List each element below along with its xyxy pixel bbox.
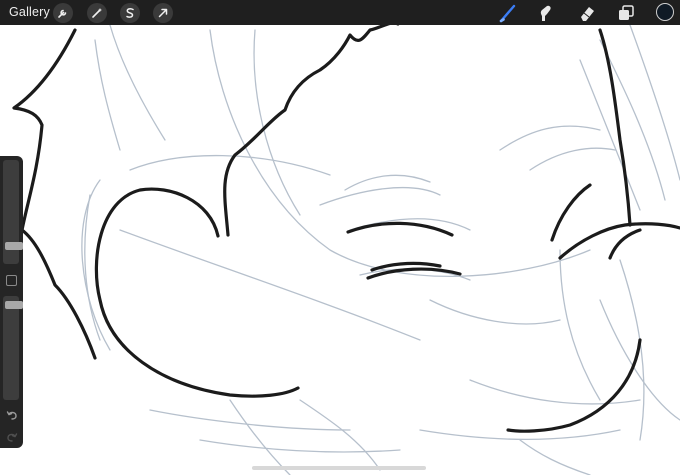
selection-s-icon[interactable] <box>120 3 140 23</box>
transform-arrow-icon[interactable] <box>153 3 173 23</box>
undo-icon[interactable] <box>5 408 18 421</box>
wrench-icon[interactable] <box>53 3 73 23</box>
color-picker-swatch[interactable] <box>656 3 674 21</box>
magic-wand-icon[interactable] <box>87 3 107 23</box>
smudge-icon[interactable] <box>535 2 557 24</box>
eraser-icon[interactable] <box>576 2 598 24</box>
redo-icon[interactable] <box>5 430 18 443</box>
ink-layer <box>12 21 680 433</box>
layers-icon[interactable] <box>615 2 637 24</box>
opacity-slider-thumb[interactable] <box>5 300 23 309</box>
gallery-button[interactable]: Gallery <box>9 5 50 19</box>
drawing-canvas[interactable] <box>0 0 680 475</box>
brush-size-slider[interactable] <box>3 160 23 264</box>
top-toolbar: Gallery <box>0 0 680 25</box>
brush-size-slider-thumb[interactable] <box>5 241 23 250</box>
home-indicator[interactable] <box>252 466 426 470</box>
modify-square-icon[interactable] <box>6 275 17 286</box>
opacity-slider[interactable] <box>3 296 23 400</box>
brush-icon[interactable] <box>497 2 519 24</box>
left-sidebar <box>0 156 23 448</box>
sketch-layer <box>81 24 680 475</box>
